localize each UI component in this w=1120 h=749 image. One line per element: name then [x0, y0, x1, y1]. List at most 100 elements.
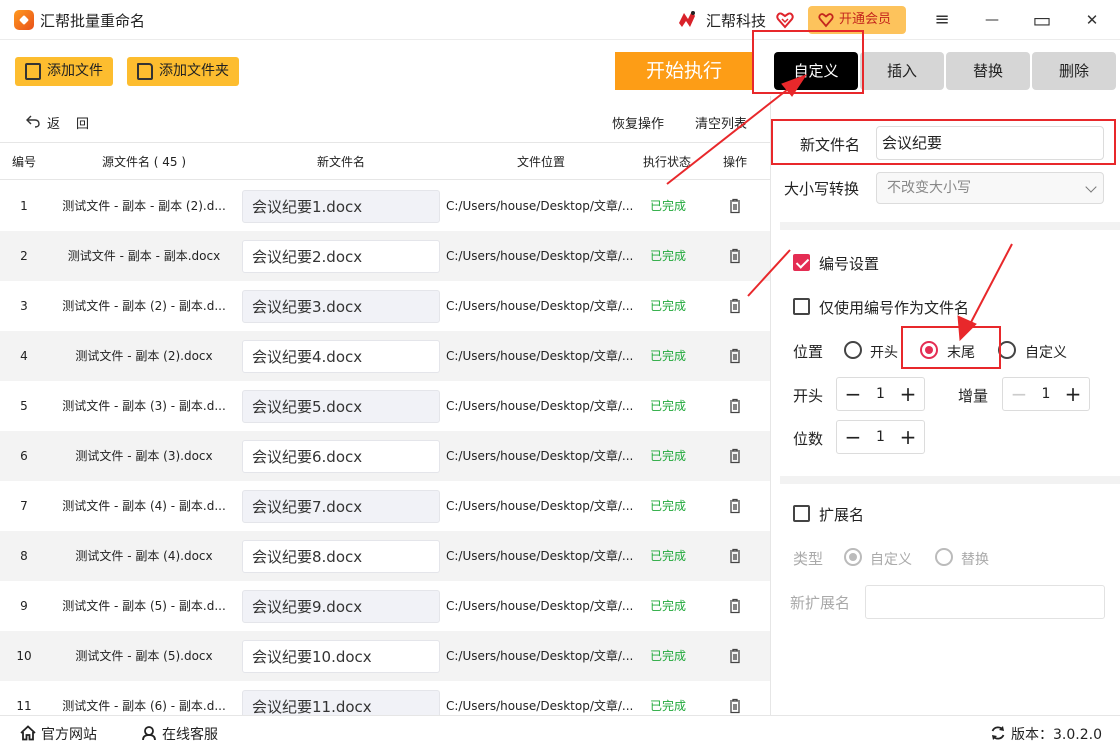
back-arrow-icon[interactable] — [26, 114, 40, 128]
row-new-name[interactable]: 会议纪要2.docx — [242, 240, 440, 273]
table-row[interactable]: 5 测试文件 - 副本 (3) - 副本.d... 会议纪要5.docx C:/… — [0, 381, 770, 431]
digits-value[interactable]: 1 — [869, 421, 892, 453]
row-new-name[interactable]: 会议纪要9.docx — [242, 590, 440, 623]
new-ext-label: 新扩展名 — [790, 594, 851, 612]
row-source-name: 测试文件 - 副本 (4).docx — [75, 549, 213, 563]
trash-icon[interactable] — [724, 348, 746, 364]
increment-stepper[interactable]: − 1 + — [1002, 377, 1090, 411]
new-ext-input[interactable] — [865, 585, 1105, 619]
minus-icon[interactable]: − — [1005, 378, 1033, 410]
row-index: 8 — [20, 549, 28, 563]
extension-checkbox[interactable] — [793, 505, 810, 522]
row-source-name: 测试文件 - 副本 - 副本.docx — [67, 249, 221, 263]
plus-icon[interactable]: + — [894, 378, 922, 410]
menu-icon[interactable]: ≡ — [930, 8, 954, 32]
position-radio-start[interactable] — [844, 341, 862, 359]
row-source-name: 测试文件 - 副本 (4) - 副本.d... — [62, 499, 226, 513]
digits-stepper[interactable]: − 1 + — [836, 420, 925, 454]
trash-icon[interactable] — [724, 498, 746, 514]
heart-icon[interactable] — [776, 11, 794, 29]
panel-divider — [770, 96, 771, 715]
case-select[interactable]: 不改变大小写 — [876, 172, 1104, 204]
start-value[interactable]: 1 — [869, 378, 892, 410]
annotation-box-new-name — [771, 119, 1116, 165]
annotation-box-custom-tab — [752, 30, 864, 94]
table-row[interactable]: 4 测试文件 - 副本 (2).docx 会议纪要4.docx C:/Users… — [0, 331, 770, 381]
header-action: 操作 — [722, 155, 747, 169]
row-location: C:/Users/house/Desktop/文章/... — [446, 199, 634, 213]
trash-icon[interactable] — [724, 248, 746, 264]
minimize-icon[interactable]: — — [980, 8, 1004, 32]
add-file-button[interactable]: 添加文件 — [15, 57, 113, 86]
row-new-name[interactable]: 会议纪要11.docx — [242, 690, 440, 715]
row-new-name[interactable]: 会议纪要5.docx — [242, 390, 440, 423]
refresh-icon[interactable] — [990, 725, 1006, 741]
row-new-name[interactable]: 会议纪要6.docx — [242, 440, 440, 473]
plus-icon[interactable]: + — [894, 421, 922, 453]
support-link[interactable]: 在线客服 — [162, 724, 218, 744]
trash-icon[interactable] — [724, 598, 746, 614]
plus-icon[interactable]: + — [1059, 378, 1087, 410]
row-location: C:/Users/house/Desktop/文章/... — [446, 399, 634, 413]
start-stepper[interactable]: − 1 + — [836, 377, 925, 411]
row-new-name[interactable]: 会议纪要7.docx — [242, 490, 440, 523]
table-row[interactable]: 3 测试文件 - 副本 (2) - 副本.d... 会议纪要3.docx C:/… — [0, 281, 770, 331]
table-row[interactable]: 7 测试文件 - 副本 (4) - 副本.d... 会议纪要7.docx C:/… — [0, 481, 770, 531]
website-link[interactable]: 官方网站 — [41, 724, 97, 744]
table-row[interactable]: 8 测试文件 - 副本 (4).docx 会议纪要8.docx C:/Users… — [0, 531, 770, 581]
trash-icon[interactable] — [724, 298, 746, 314]
trash-icon[interactable] — [724, 198, 746, 214]
brand-name: 汇帮科技 — [706, 12, 767, 30]
header-new-name: 新文件名 — [316, 155, 365, 169]
table-row[interactable]: 10 测试文件 - 副本 (5).docx 会议纪要10.docx C:/Use… — [0, 631, 770, 681]
row-new-name[interactable]: 会议纪要10.docx — [242, 640, 440, 673]
table-row[interactable]: 2 测试文件 - 副本 - 副本.docx 会议纪要2.docx C:/User… — [0, 231, 770, 281]
header-index: 编号 — [11, 155, 36, 169]
trash-icon[interactable] — [724, 448, 746, 464]
position-custom-label: 自定义 — [1025, 345, 1067, 361]
table-row[interactable]: 9 测试文件 - 副本 (5) - 副本.d... 会议纪要9.docx C:/… — [0, 581, 770, 631]
type-radio-replace[interactable] — [935, 548, 953, 566]
maximize-icon[interactable]: ▭ — [1030, 8, 1054, 32]
row-index: 6 — [20, 449, 28, 463]
minus-icon[interactable]: − — [839, 378, 867, 410]
section-separator — [780, 222, 1120, 230]
row-new-name[interactable]: 会议纪要8.docx — [242, 540, 440, 573]
only-number-label: 仅使用编号作为文件名 — [819, 299, 970, 317]
tab-insert[interactable]: 插入 — [860, 52, 944, 90]
row-source-name: 测试文件 - 副本 (3) - 副本.d... — [62, 399, 226, 413]
row-index: 5 — [20, 399, 28, 413]
app-title: 汇帮批量重命名 — [40, 12, 146, 30]
type-radio-custom[interactable] — [844, 548, 862, 566]
trash-icon[interactable] — [724, 398, 746, 414]
increment-value[interactable]: 1 — [1035, 378, 1057, 410]
clear-list-button[interactable]: 清空列表 — [695, 113, 747, 132]
trash-icon[interactable] — [724, 548, 746, 564]
row-new-name[interactable]: 会议纪要4.docx — [242, 340, 440, 373]
add-folder-button[interactable]: 添加文件夹 — [127, 57, 239, 86]
back-link-2[interactable]: 回 — [76, 113, 89, 132]
back-link[interactable]: 返 — [47, 113, 60, 132]
table-row[interactable]: 1 测试文件 - 副本 - 副本 (2).d... 会议纪要1.docx C:/… — [0, 181, 770, 231]
position-label: 位置 — [793, 343, 824, 361]
close-icon[interactable]: ✕ — [1080, 8, 1104, 32]
table-row[interactable]: 6 测试文件 - 副本 (3).docx 会议纪要6.docx C:/Users… — [0, 431, 770, 481]
row-location: C:/Users/house/Desktop/文章/... — [446, 449, 634, 463]
start-button[interactable]: 开始执行 — [615, 52, 753, 90]
row-new-name[interactable]: 会议纪要1.docx — [242, 190, 440, 223]
status-bar: 官方网站 在线客服 版本：3.0.2.0 — [0, 715, 1120, 749]
numbering-checkbox[interactable] — [793, 254, 810, 271]
row-new-name[interactable]: 会议纪要3.docx — [242, 290, 440, 323]
restore-button[interactable]: 恢复操作 — [612, 113, 664, 132]
trash-icon[interactable] — [724, 698, 746, 714]
row-location: C:/Users/house/Desktop/文章/... — [446, 699, 634, 713]
tab-replace[interactable]: 替换 — [946, 52, 1030, 90]
row-location: C:/Users/house/Desktop/文章/... — [446, 649, 634, 663]
minus-icon[interactable]: − — [839, 421, 867, 453]
table-row[interactable]: 11 测试文件 - 副本 (6) - 副本.d... 会议纪要11.docx C… — [0, 681, 770, 715]
trash-icon[interactable] — [724, 648, 746, 664]
row-status: 已完成 — [649, 449, 686, 463]
table-header: 编号 源文件名 ( 45 ) 新文件名 文件位置 执行状态 操作 — [0, 142, 770, 180]
tab-delete[interactable]: 删除 — [1032, 52, 1116, 90]
only-number-checkbox[interactable] — [793, 298, 810, 315]
